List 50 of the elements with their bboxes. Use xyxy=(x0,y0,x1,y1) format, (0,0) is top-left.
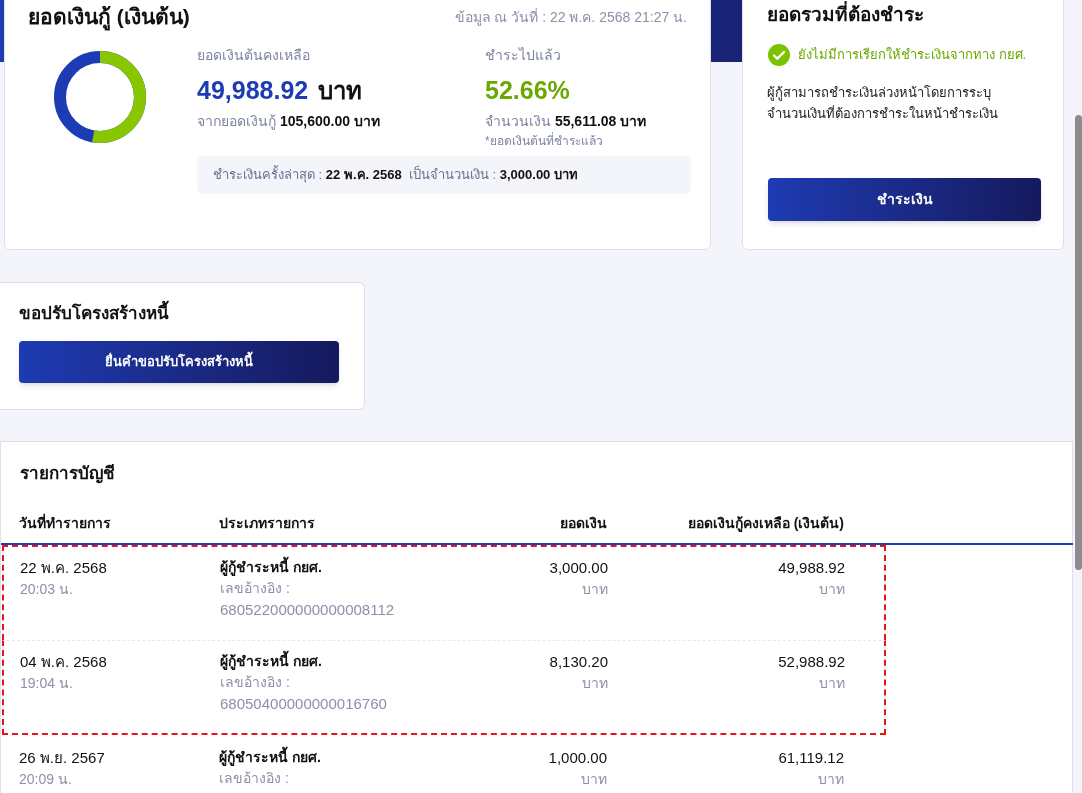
restructure-button[interactable]: ยื่นคำขอปรับโครงสร้างหนี้ xyxy=(19,340,339,383)
table-cell-text: 20:09 น. xyxy=(19,770,73,789)
pay-button[interactable]: ชำระเงิน xyxy=(768,178,1041,221)
table-title: รายการบัญชี xyxy=(19,463,116,486)
table-cell-text: 20:03 น. xyxy=(20,580,74,599)
table-cell-text: บาท xyxy=(819,674,845,693)
table-cell-text: เลขอ้างอิง : xyxy=(220,578,291,598)
field-label: ยอดเงินต้นคงเหลือ xyxy=(197,45,311,65)
table-cell-text: บาท xyxy=(582,674,608,693)
currency-label: บาท xyxy=(318,75,363,106)
card-title: ยอดรวมที่ต้องชำระ xyxy=(743,0,1063,30)
table-cell-text: บาท xyxy=(582,580,608,599)
scrollbar-thumb[interactable] xyxy=(1075,115,1082,570)
table-cell-text: 52,988.92 xyxy=(778,651,845,672)
description-text: ผู้กู้สามารถชำระเงินล่วงหน้าโดยการระบุจำนวนเงินที่ต้องการชำระในหน้าชำระเงิน xyxy=(766,83,999,123)
paid-amount-text: จำนวนเงิน 55,611.08 บาท xyxy=(485,112,647,131)
table-cell-text: 26 พ.ย. 2567 xyxy=(19,747,106,768)
column-header: ยอดเงิน xyxy=(559,513,607,533)
as-of-date: ข้อมูล ณ วันที่ : 22 พ.ค. 2568 21:27 น. xyxy=(454,7,687,28)
table-cell-text: บาท xyxy=(819,580,845,599)
footnote-text: *ยอดเงินต้นที่ชำระแล้ว xyxy=(485,132,604,150)
table-cell-text: 68050400000000016760 xyxy=(220,693,388,714)
table-cell-text: 61,119.12 xyxy=(778,747,844,768)
status-text: ยังไม่มีการเรียกให้ชำระเงินจากทาง กยศ. xyxy=(798,45,1027,64)
column-header: ยอดเงินกู้คงเหลือ (เงินต้น) xyxy=(686,513,844,534)
table-cell-text: บาท xyxy=(581,770,607,789)
field-label: ชำระไปแล้ว xyxy=(485,45,562,65)
table-cell-text: เลขอ้างอิง : xyxy=(220,672,291,692)
paid-percent: 52.66% xyxy=(485,74,571,106)
table-cell-text: 3,000.00 xyxy=(549,557,608,578)
table-cell-text: บาท xyxy=(818,770,844,789)
table-cell-text: 1,000.00 xyxy=(548,747,607,768)
table-cell-text: ผู้กู้ชำระหนี้ กยศ. xyxy=(220,650,323,672)
table-cell-text: 8,130.20 xyxy=(549,651,608,672)
table-cell-text: 22 พ.ค. 2568 xyxy=(20,557,108,578)
table-cell-text: 680522000000000008112 xyxy=(220,599,396,620)
table-cell-text: เลขอ้างอิง : xyxy=(219,768,290,788)
table-cell-text: 19:04 น. xyxy=(20,674,74,693)
loan-total-text: จากยอดเงินกู้ 105,600.00 บาท xyxy=(197,112,381,132)
table-cell-text: 49,988.92 xyxy=(778,557,845,578)
remaining-amount: 49,988.92 xyxy=(197,74,309,106)
last-payment-bar: ชำระเงินครั้งล่าสุด : 22 พ.ค. 2568 เป็นจำนวนเงิน : 3,000.00 บาท xyxy=(197,156,691,194)
table-cell-text: ผู้กู้ชำระหนี้ กยศ. xyxy=(219,746,322,768)
column-header: ประเภทรายการ xyxy=(219,513,316,533)
card-title: ขอปรับโครงสร้างหนี้ xyxy=(19,301,345,327)
card-title: ยอดเงินกู้ (เงินต้น) xyxy=(28,1,190,33)
table-cell-text: 04 พ.ค. 2568 xyxy=(20,651,108,672)
table-cell-text: ผู้กู้ชำระหนี้ กยศ. xyxy=(220,556,323,578)
check-icon xyxy=(768,43,790,66)
column-header: วันที่ทำรายการ xyxy=(19,512,112,533)
